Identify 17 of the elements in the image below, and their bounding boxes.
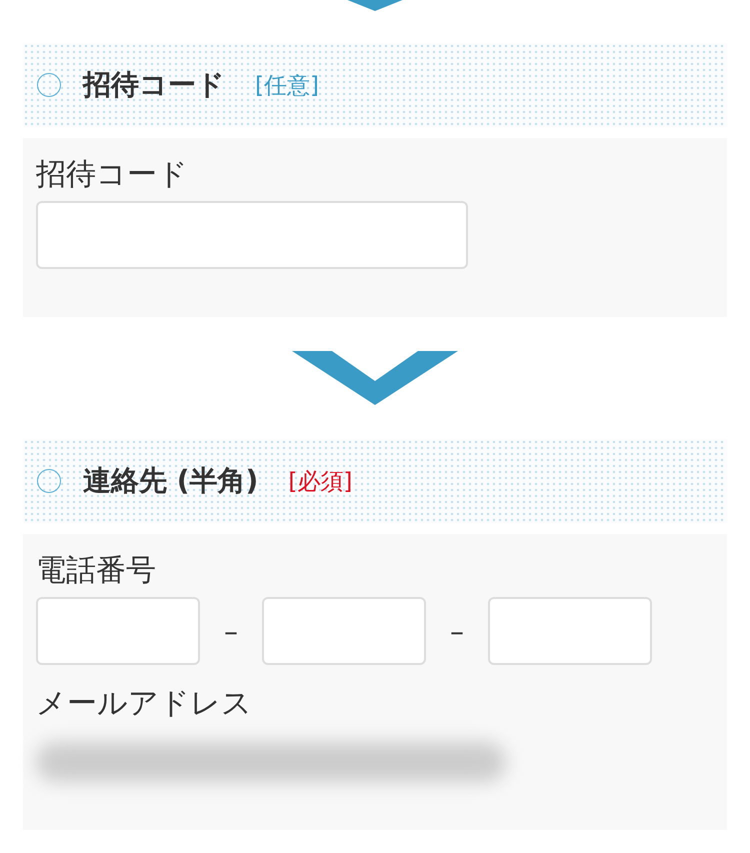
dash: –	[449, 614, 465, 648]
section-tag: [必須]	[288, 466, 352, 496]
field-label: 招待コード	[36, 156, 189, 194]
section-title: 招待コード	[83, 67, 225, 103]
dash: –	[223, 614, 239, 648]
circle-icon	[37, 469, 61, 493]
chevron-icon	[345, 0, 405, 11]
field-label: 電話番号	[36, 552, 157, 590]
section-title: 連絡先 (半角)	[83, 463, 258, 499]
chevron-down-icon	[292, 351, 458, 405]
field-label: メールアドレス	[36, 685, 253, 723]
circle-icon	[37, 73, 61, 97]
input-field[interactable]	[488, 597, 652, 665]
input-field[interactable]	[262, 597, 426, 665]
input-field[interactable]	[36, 201, 468, 269]
section-tag: [任意]	[255, 70, 319, 100]
input-field[interactable]	[36, 597, 200, 665]
